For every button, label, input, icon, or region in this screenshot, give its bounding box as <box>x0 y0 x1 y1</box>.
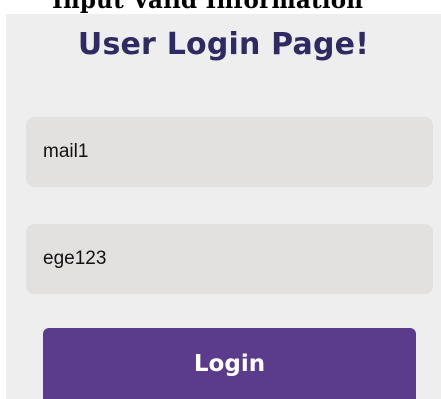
email-field[interactable] <box>26 117 433 187</box>
page-title: User Login Page! <box>77 27 370 62</box>
login-form: User Login Page! Login <box>6 14 441 399</box>
header-heading: Input Valid Information <box>52 0 364 14</box>
login-button[interactable]: Login <box>43 328 416 399</box>
page-header-clipped: Input Valid Information <box>0 0 441 14</box>
password-field[interactable] <box>26 224 433 294</box>
